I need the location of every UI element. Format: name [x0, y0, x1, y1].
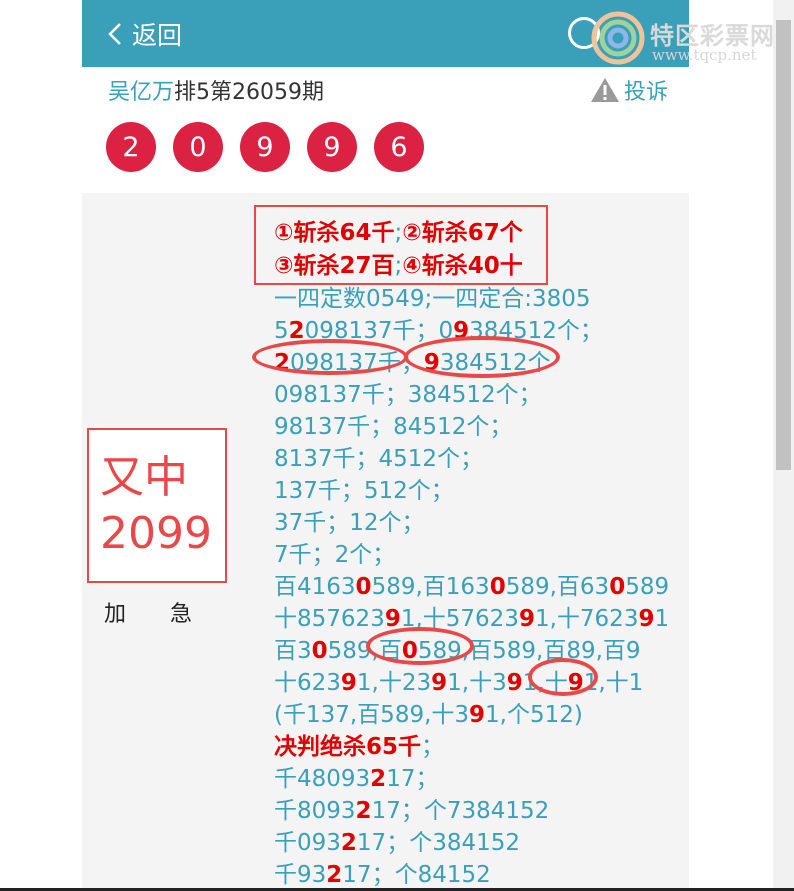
page-frame: 返回 吴亿万排5第26059期 投诉 2 0 9 9 6 又中 2099 加急 … [82, 0, 689, 891]
text-segment: 百3 [274, 638, 312, 664]
report-label: 投诉 [623, 80, 668, 105]
text-segment: ； [421, 734, 445, 760]
text-segment: 589,百63 [505, 574, 610, 600]
text-segment: 百4163 [274, 574, 356, 600]
highlight-text: 0 [609, 574, 626, 600]
prediction-line: 千093217；个384152 [274, 823, 520, 857]
text-segment: 17；个384152 [356, 830, 520, 856]
prediction-line: 7千；2个； [274, 535, 395, 569]
number-ball: 0 [173, 122, 223, 172]
win-badge-line2: 2099 [100, 508, 212, 559]
text-segment: 098137千；384512个； [274, 382, 542, 408]
highlight-oval [404, 336, 560, 378]
highlight-text: ①斩杀64千 [274, 220, 395, 246]
watermark-url: www.tqcp.net [652, 46, 757, 64]
kill-line: ①斩杀64千;②斩杀67个 [274, 213, 523, 247]
highlight-oval [366, 627, 474, 665]
text-segment: 589,百163 [371, 574, 490, 600]
back-label: 返回 [132, 21, 183, 50]
highlight-text: ③斩杀27百 [274, 253, 395, 279]
win-badge-line1: 又中 [100, 452, 188, 503]
draw-numbers: 2 0 9 9 6 [106, 122, 441, 172]
highlight-text: 2 [340, 830, 357, 856]
prediction-line: 千93217；个84152 [274, 855, 491, 889]
text-segment: 1,十7623 [534, 606, 639, 632]
highlight-text: 9 [506, 670, 523, 696]
text-segment: (千137,百589,十3 [274, 702, 470, 728]
text-segment: 一四定数0549;一四定合:3805 [274, 286, 591, 312]
text-segment: 1 [654, 606, 670, 632]
text-segment: 589 [625, 574, 670, 600]
highlight-oval [528, 658, 598, 696]
win-badge: 又中 2099 [87, 428, 227, 583]
number-ball: 9 [240, 122, 290, 172]
text-segment: 17；个84152 [342, 862, 491, 888]
text-segment: 千093 [274, 830, 341, 856]
highlight-text: 0 [355, 574, 372, 600]
warning-icon [590, 78, 619, 102]
highlight-text: ②斩杀67个 [402, 220, 523, 246]
text-segment: 1,十23 [356, 670, 432, 696]
prediction-line: 098137千；384512个； [274, 375, 542, 409]
swirl-logo-icon [591, 11, 645, 65]
prediction-line: 98137千；84512个； [274, 407, 512, 441]
number-ball: 9 [307, 122, 357, 172]
prediction-line: 37千；12个； [274, 503, 425, 537]
highlight-text: 2 [370, 766, 387, 792]
scrollbar[interactable] [773, 0, 794, 891]
prediction-line: 千48093217； [274, 759, 438, 793]
highlight-text: 9 [518, 606, 535, 632]
text-segment: 千93 [274, 862, 327, 888]
report-button[interactable]: 投诉 [590, 74, 668, 106]
text-segment: 8137千；4512个； [274, 446, 484, 472]
highlight-text: 9 [431, 670, 448, 696]
highlight-text: 决判绝杀65千 [274, 734, 422, 760]
back-button[interactable]: 返回 [106, 16, 182, 52]
text-segment: 1,个512) [485, 702, 583, 728]
highlight-text: 9 [340, 670, 357, 696]
number-ball: 2 [106, 122, 156, 172]
urgent-label: 加急 [104, 602, 237, 627]
prediction-line: 一四定数0549;一四定合:3805 [274, 279, 591, 313]
text-segment: 1,十3 [447, 670, 507, 696]
content-panel: 又中 2099 加急 ①斩杀64千;②斩杀67个 ③斩杀27百;④斩杀40十 一… [82, 193, 689, 891]
number-ball: 6 [374, 122, 424, 172]
prediction-line: 8137千；4512个； [274, 439, 483, 473]
text-segment: 7千；2个； [274, 542, 396, 568]
text-segment: 17；个7384152 [371, 798, 550, 824]
prediction-line: 137千；512个； [274, 471, 454, 505]
highlight-text: 9 [638, 606, 655, 632]
text-segment: 37千；12个； [274, 510, 425, 536]
author-link[interactable]: 吴亿万 [108, 80, 174, 105]
text-segment: 137千；512个； [274, 478, 454, 504]
highlight-text: 0 [489, 574, 506, 600]
highlight-text: 2 [326, 862, 343, 888]
text-segment: 17； [386, 766, 439, 792]
prediction-line: 千8093217；个7384152 [274, 791, 549, 825]
prediction-line: 决判绝杀65千； [274, 727, 444, 761]
prediction-line: (千137,百589,十391,个512) [274, 695, 583, 729]
text-segment: 十623 [274, 670, 341, 696]
text-segment: 千8093 [274, 798, 356, 824]
period-title: 排5第26059期 [174, 80, 324, 105]
kill-line: ③斩杀27百;④斩杀40十 [274, 246, 523, 280]
prediction-line: 百41630589,百1630589,百630589 [274, 567, 669, 601]
highlight-text: 9 [469, 702, 486, 728]
chevron-left-icon [108, 23, 121, 45]
prediction-line: 十85762391,十5762391,十762391 [274, 599, 669, 633]
highlight-text: 0 [311, 638, 328, 664]
highlight-text: 2 [355, 798, 372, 824]
highlight-text: ④斩杀40十 [402, 253, 523, 279]
scrollbar-thumb[interactable] [776, 20, 791, 470]
text-segment: 98137千；84512个； [274, 414, 513, 440]
text-segment: 千48093 [274, 766, 371, 792]
text-segment: 5 [274, 318, 289, 344]
info-row: 吴亿万排5第26059期 投诉 [108, 74, 668, 106]
site-watermark: 特区彩票网 www.tqcp.net [590, 8, 794, 68]
text-segment: 十857623 [274, 606, 385, 632]
highlight-oval [252, 339, 408, 375]
